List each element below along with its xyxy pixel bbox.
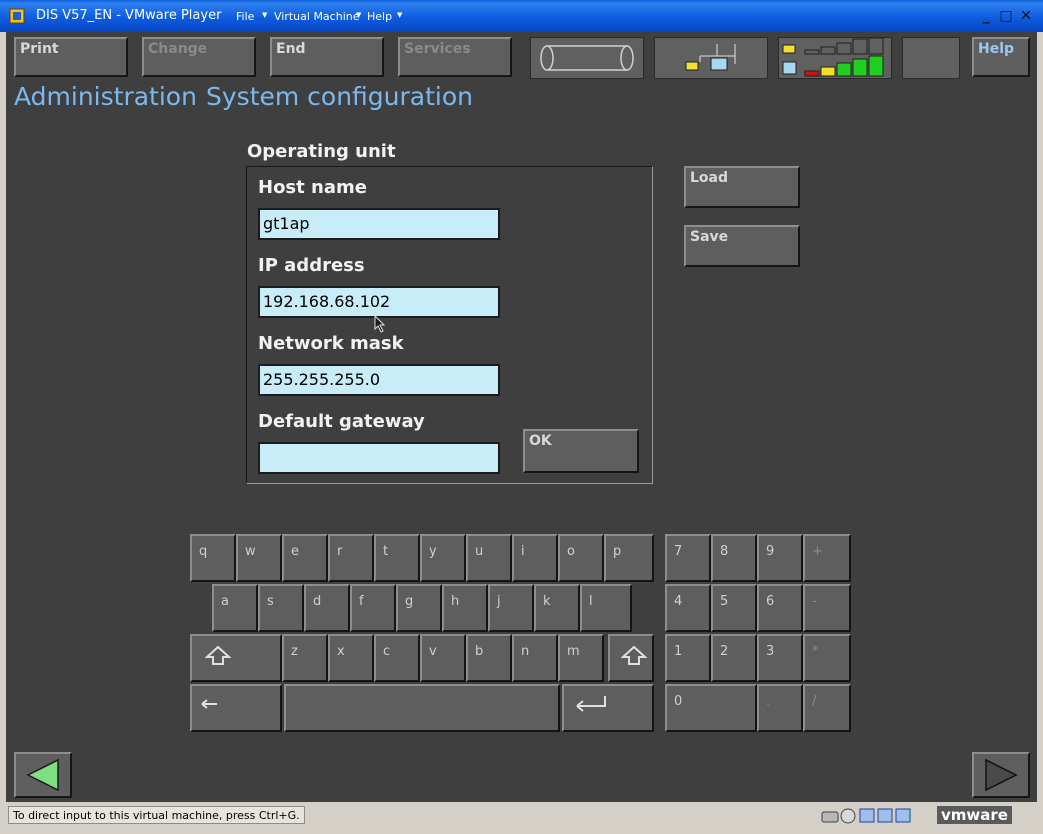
key-x[interactable]: x [328,634,374,682]
print-button[interactable]: Print [14,37,128,77]
host-name-label: Host name [258,177,367,198]
key-0[interactable]: 0 [665,684,757,732]
forward-arrow-icon [985,758,1018,792]
enter-key[interactable] [562,684,654,732]
key-1[interactable]: 1 [665,634,711,682]
shift-arrow-icon [204,645,232,665]
key-h[interactable]: h [442,584,488,632]
key-8[interactable]: 8 [711,534,757,582]
key-o[interactable]: o [558,534,604,582]
key-r[interactable]: r [328,534,374,582]
key-w[interactable]: w [236,534,282,582]
vmware-logo: vmware [937,806,1012,824]
key-b[interactable]: b [466,634,512,682]
maximize-button[interactable]: □ [996,6,1016,26]
load-button[interactable]: Load [684,166,800,208]
signal-bars-icon [782,37,884,77]
key-plus[interactable]: + [803,534,851,582]
key-4[interactable]: 4 [665,584,711,632]
key-d[interactable]: d [304,584,350,632]
key-minus[interactable]: - [803,584,851,632]
vmware-app-icon[interactable] [9,8,25,24]
default-gateway-input[interactable] [258,442,500,474]
window-frame-right [1037,32,1043,834]
menu-file[interactable]: File [236,10,254,23]
network-mask-input[interactable]: 255.255.255.0 [258,364,500,396]
cylinder-panel [530,37,644,79]
shift-left-key[interactable] [190,634,282,682]
signal-strength-panel [778,37,892,79]
key-7[interactable]: 7 [665,534,711,582]
key-multiply[interactable]: * [803,634,851,682]
network-mask-label: Network mask [258,333,404,354]
key-g[interactable]: g [396,584,442,632]
space-key[interactable] [284,684,560,732]
change-button[interactable]: Change [142,37,256,77]
shift-right-key[interactable] [608,634,654,682]
key-9[interactable]: 9 [757,534,803,582]
key-t[interactable]: t [374,534,420,582]
key-s[interactable]: s [258,584,304,632]
key-e[interactable]: e [282,534,328,582]
menu-virtual-machine[interactable]: Virtual Machine [274,10,360,23]
key-f[interactable]: f [350,584,396,632]
cylinder-icon [540,45,634,71]
key-z[interactable]: z [282,634,328,682]
page-title: System configuration [206,82,474,111]
device-icons[interactable] [820,806,918,826]
back-arrow-icon [26,758,59,792]
window-title: DIS V57_EN - VMware Player [36,8,222,23]
key-q[interactable]: q [190,534,236,582]
key-p[interactable]: p [604,534,654,582]
ip-address-label: IP address [258,255,365,276]
key-5[interactable]: 5 [711,584,757,632]
ip-address-input[interactable]: 192.168.68.102 [258,286,500,318]
key-i[interactable]: i [512,534,558,582]
key-6[interactable]: 6 [757,584,803,632]
key-v[interactable]: v [420,634,466,682]
shift-arrow-icon [620,645,648,665]
key-j[interactable]: j [488,584,534,632]
key-m[interactable]: m [558,634,604,682]
mouse-cursor-icon [374,315,386,333]
breadcrumb-section: Administration [14,82,197,111]
key-2[interactable]: 2 [711,634,757,682]
save-button[interactable]: Save [684,225,800,267]
enter-arrow-icon [576,696,606,712]
end-button[interactable]: End [270,37,384,77]
blank-status-panel [902,37,960,79]
menu-help[interactable]: Help [367,10,392,23]
key-dot[interactable]: . [757,684,803,732]
network-icon [685,44,736,71]
close-button[interactable]: ✕ [1016,6,1036,26]
backspace-key[interactable] [190,684,282,732]
key-u[interactable]: u [466,534,512,582]
host-name-input[interactable]: gt1ap [258,208,500,240]
menu-vm-arrow-icon[interactable]: ▼ [356,11,361,19]
services-button[interactable]: Services [398,37,512,77]
menu-file-arrow-icon[interactable]: ▼ [262,11,267,19]
status-hint: To direct input to this virtual machine,… [8,806,305,824]
backspace-arrow-icon [201,699,217,709]
network-status-panel [654,37,768,79]
back-button[interactable] [14,752,72,798]
ok-button[interactable]: OK [523,429,639,473]
operating-unit-title: Operating unit [247,141,396,162]
key-y[interactable]: y [420,534,466,582]
help-button[interactable]: Help [972,37,1030,77]
default-gateway-label: Default gateway [258,411,425,432]
key-l[interactable]: l [580,584,632,632]
menu-help-arrow-icon[interactable]: ▼ [397,11,402,19]
forward-button[interactable] [972,752,1030,798]
key-slash[interactable]: / [803,684,851,732]
key-k[interactable]: k [534,584,580,632]
key-3[interactable]: 3 [757,634,803,682]
key-c[interactable]: c [374,634,420,682]
key-a[interactable]: a [212,584,258,632]
key-n[interactable]: n [512,634,558,682]
minimize-button[interactable]: _ [976,6,996,26]
